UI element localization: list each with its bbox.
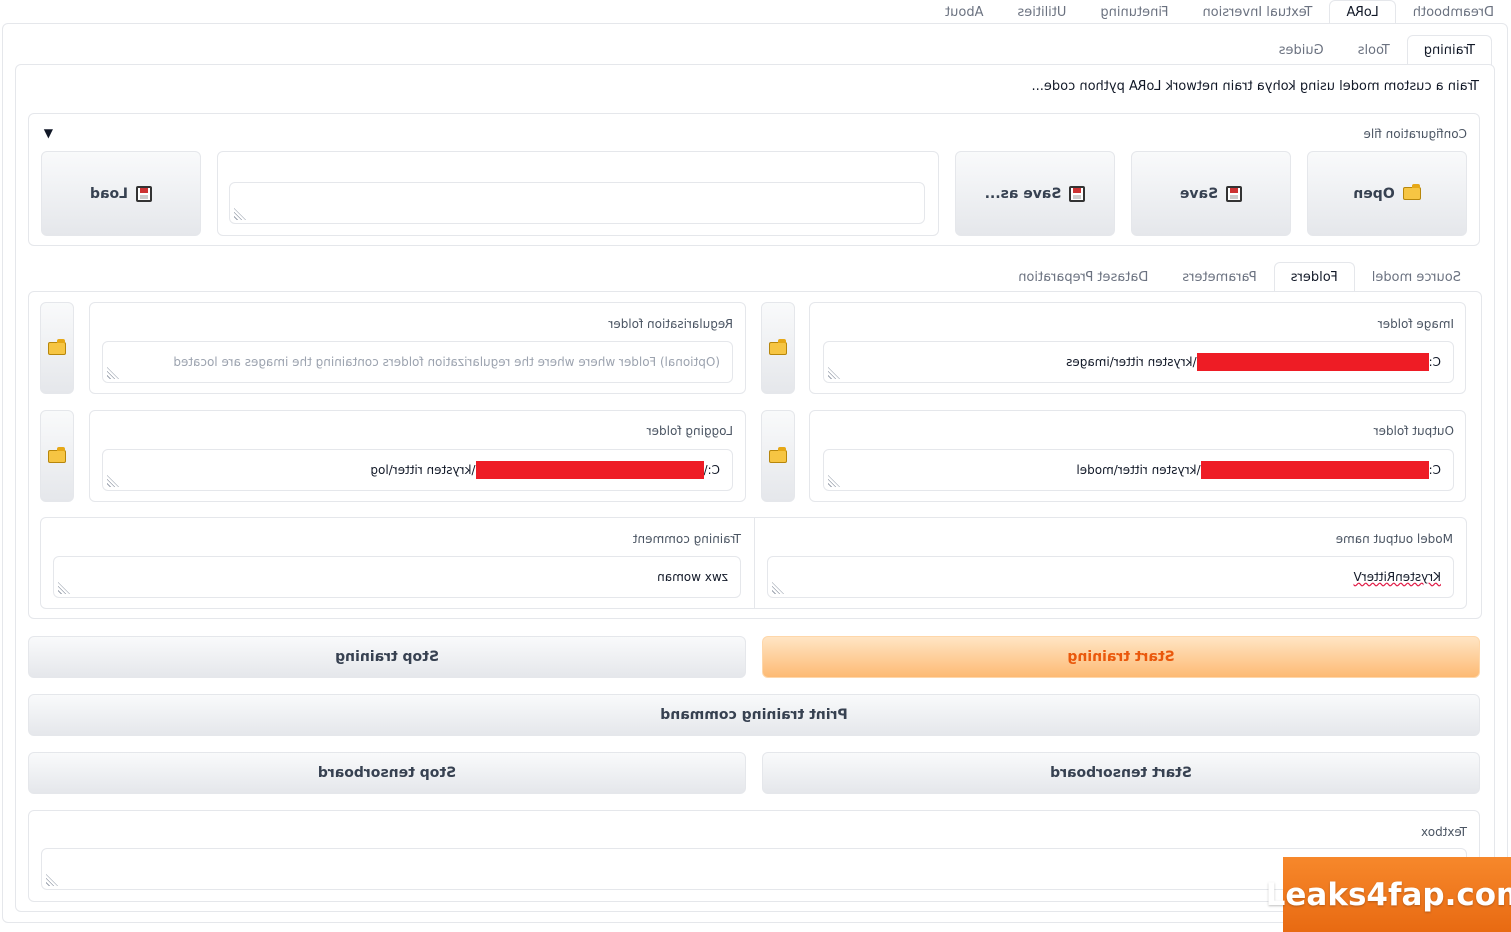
resize-handle-icon[interactable] xyxy=(772,582,784,594)
folder-icon xyxy=(769,449,787,463)
output-textbox[interactable] xyxy=(41,848,1467,890)
redaction-bar xyxy=(1196,353,1429,371)
resize-handle-icon[interactable] xyxy=(58,582,70,594)
resize-handle-icon[interactable] xyxy=(828,475,840,487)
training-comment-label: Training comment xyxy=(632,532,741,546)
floppy-icon xyxy=(1069,185,1086,202)
redaction-bar xyxy=(1200,461,1429,479)
tab-utilities[interactable]: Utilities xyxy=(1000,0,1083,24)
reg-folder-browse-button[interactable] xyxy=(40,302,74,394)
tab-guides[interactable]: Guides xyxy=(1262,35,1341,65)
output-folder-input[interactable]: C: \krysten ritter\model xyxy=(823,449,1454,491)
save-as-config-button[interactable]: Save as... xyxy=(955,151,1115,236)
floppy-icon xyxy=(136,185,153,202)
folder-icon xyxy=(1402,187,1421,200)
image-folder-input[interactable]: C: \krysten ritter\images xyxy=(823,341,1454,383)
logging-folder-browse-button[interactable] xyxy=(40,410,74,502)
start-tensorboard-button[interactable]: Start tensorboard xyxy=(762,752,1480,794)
watermark-logo: Leaks4fap.com xyxy=(1266,857,1511,932)
tab-dataset-preparation[interactable]: Dataset Preparation xyxy=(1001,262,1165,292)
print-training-command-button[interactable]: Print training command xyxy=(28,694,1480,736)
resize-handle-icon[interactable] xyxy=(234,208,246,220)
resize-handle-icon[interactable] xyxy=(828,367,840,379)
folder-icon xyxy=(48,449,66,463)
tab-folders[interactable]: Folders xyxy=(1273,262,1355,292)
folder-icon xyxy=(48,341,66,355)
folder-icon xyxy=(769,341,787,355)
page-description: Train a custom model using kohya train n… xyxy=(1031,79,1479,94)
tab-lora[interactable]: LoRA xyxy=(1329,0,1396,24)
tab-dreambooth[interactable]: Dreambooth xyxy=(1396,0,1511,24)
reg-folder-label: Regularisation folder xyxy=(608,317,733,331)
tab-source-model[interactable]: Source model xyxy=(1355,262,1478,292)
save-config-button[interactable]: Save xyxy=(1131,151,1291,236)
resize-handle-icon[interactable] xyxy=(46,874,58,886)
tab-textual-inversion[interactable]: Textual Inversion xyxy=(1185,0,1329,24)
floppy-icon xyxy=(1226,185,1243,202)
logging-folder-input[interactable]: C:\ \krysten ritter\log xyxy=(102,449,733,491)
tab-parameters[interactable]: Parameters xyxy=(1165,262,1273,292)
app-window: Dreambooth LoRA Textual Inversion Finetu… xyxy=(0,0,1511,932)
open-config-button[interactable]: Open xyxy=(1307,151,1467,236)
model-output-name-input[interactable]: KrystenRitterV xyxy=(767,556,1454,598)
sub-tab-bar: Training Tools Guides xyxy=(1262,35,1492,65)
tab-tools[interactable]: Tools xyxy=(1341,35,1407,65)
output-textbox-label: Textbox xyxy=(1421,825,1467,839)
start-training-button[interactable]: Start training xyxy=(762,636,1480,678)
training-comment-input[interactable]: zwx woman xyxy=(53,556,741,598)
top-tab-bar: Dreambooth LoRA Textual Inversion Finetu… xyxy=(928,0,1511,24)
tab-finetuning[interactable]: Finetuning xyxy=(1083,0,1185,24)
name-comment-divider xyxy=(754,518,755,608)
section-tab-bar: Source model Folders Parameters Dataset … xyxy=(1001,262,1478,292)
tab-about[interactable]: About xyxy=(928,0,1000,24)
collapse-toggle-icon[interactable]: ▼ xyxy=(44,126,53,140)
redaction-bar xyxy=(475,461,704,479)
image-folder-label: Image folder xyxy=(1377,317,1454,331)
tab-training[interactable]: Training xyxy=(1406,35,1492,65)
model-output-name-label: Model output name xyxy=(1335,532,1453,546)
image-folder-browse-button[interactable] xyxy=(761,302,795,394)
stop-training-button[interactable]: Stop training xyxy=(28,636,746,678)
resize-handle-icon[interactable] xyxy=(107,475,119,487)
reg-folder-input[interactable]: (Optional) Folder where where the regula… xyxy=(102,341,733,383)
output-folder-browse-button[interactable] xyxy=(761,410,795,502)
resize-handle-icon[interactable] xyxy=(107,367,119,379)
output-folder-label: Output folder xyxy=(1373,424,1454,438)
config-file-title: Configuration file xyxy=(1363,127,1467,141)
logging-folder-label: Logging folder xyxy=(646,424,733,438)
stop-tensorboard-button[interactable]: Stop tensorboard xyxy=(28,752,746,794)
load-config-button[interactable]: Load xyxy=(41,151,201,236)
config-path-input[interactable] xyxy=(229,182,925,224)
